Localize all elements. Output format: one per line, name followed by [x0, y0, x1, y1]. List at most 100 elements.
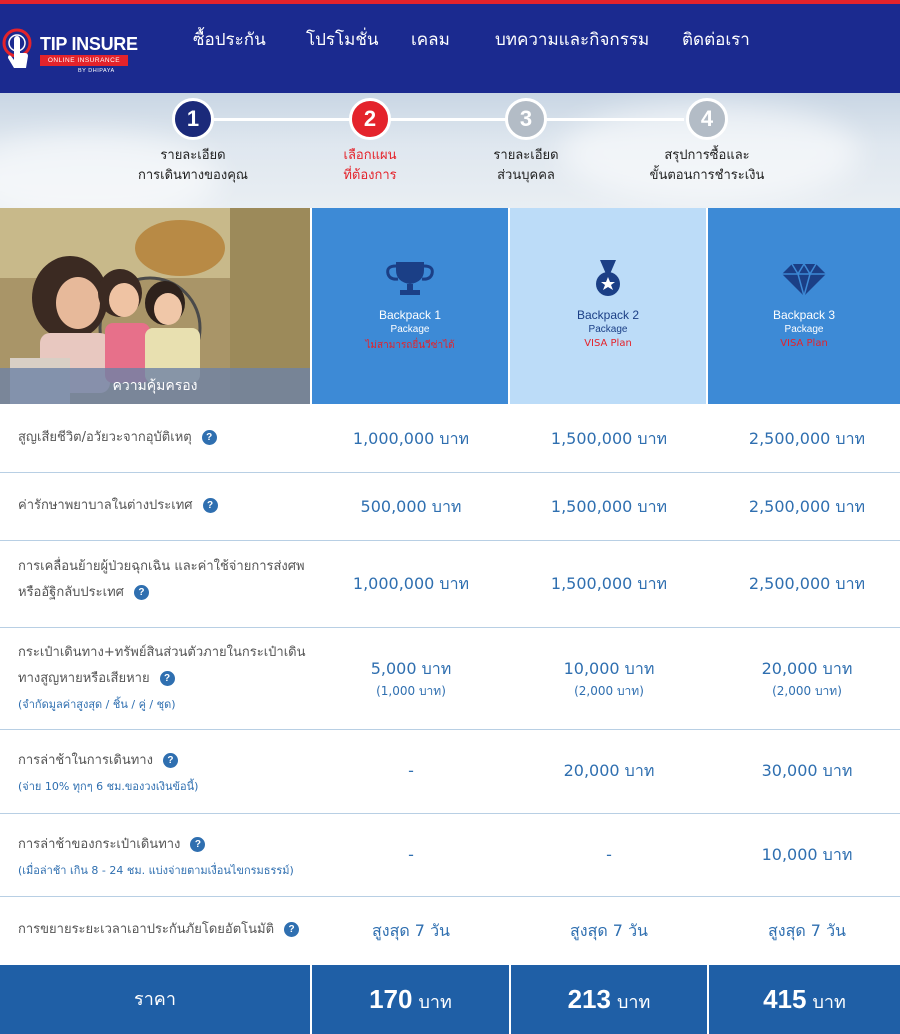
package-1-word: Package [390, 324, 430, 335]
value-backpack-2: 1,500,000 บาท [550, 497, 668, 516]
step-4-label: สรุปการซื้อและ ขั้นตอนการชำระเงิน [622, 146, 792, 186]
nav-claim[interactable]: เคลม [411, 26, 450, 53]
value-backpack-2: - [606, 845, 612, 864]
price-amount: 170 [369, 984, 413, 1014]
step-3-label-line1: รายละเอียด [493, 148, 559, 163]
price-amount: 415 [763, 984, 807, 1014]
row-label-text: การเคลื่อนย้ายผู้ป่วยฉุกเฉิน และค่าใช้จ่… [18, 559, 305, 574]
step-2-label-line2: ที่ต้องการ [343, 168, 397, 183]
row-label-text: ทางสูญหายหรือเสียหาย [18, 671, 150, 686]
package-header-row: ความคุ้มครอง Backpack 1 Package ไม่สามาร… [0, 208, 900, 404]
coverage-row-baggage-delay: การล่าช้าของกระเป๋าเดินทาง? (เมื่อล่าช้า… [0, 814, 900, 897]
step-3-label: รายละเอียด ส่วนบุคคล [441, 146, 611, 186]
value-backpack-1: 1,000,000 บาท [352, 429, 470, 448]
row-label: การล่าช้าของกระเป๋าเดินทาง? (เมื่อล่าช้า… [18, 832, 294, 884]
value-backpack-3: 10,000 บาท [761, 845, 853, 864]
value-backpack-3: 2,500,000 บาท [748, 497, 866, 516]
row-sub-note: (จำกัดมูลค่าสูงสุด / ชิ้น / คู่ / ชุด) [18, 698, 176, 711]
value-backpack-2: 10,000 บาท (2,000 บาท) [510, 658, 708, 702]
value-backpack-1: สูงสุด 7 วัน [371, 921, 450, 940]
value-backpack-2: 1,500,000 บาท [550, 574, 668, 593]
step-1-circle: 1 [172, 98, 214, 140]
nav-articles-activities[interactable]: บทความและกิจกรรม [495, 26, 649, 53]
coverage-row-baggage-loss: กระเป๋าเดินทาง+ทรัพย์สินส่วนตัวภายในกระเ… [0, 628, 900, 730]
price-unit: บาท [812, 992, 846, 1013]
package-3-name: Backpack 3 [772, 308, 836, 322]
help-icon[interactable]: ? [202, 498, 218, 513]
coverage-row-trip-delay: การล่าช้าในการเดินทาง? (จ่าย 10% ทุกๆ 6 … [0, 730, 900, 814]
value-main: 5,000 บาท [370, 659, 452, 678]
row-sub-note: (เมื่อล่าช้า เกิน 8 - 24 ชม. แบ่งจ่ายตาม… [18, 864, 294, 877]
row-label-text: การล่าช้าในการเดินทาง [18, 753, 153, 768]
price-row: ราคา 170 บาท 213 บาท 415 บาท [0, 965, 900, 1034]
package-3-note: VISA Plan [780, 338, 828, 349]
help-icon[interactable]: ? [190, 837, 206, 852]
value-backpack-3: สูงสุด 7 วัน [767, 921, 846, 940]
step-1-label: รายละเอียด การเดินทางของคุณ [108, 146, 278, 186]
nav-buy-insurance[interactable]: ซื้อประกัน [193, 26, 266, 53]
progress-steps: 1 2 3 4 รายละเอียด การเดินทางของคุณ เลือ… [0, 93, 900, 208]
coverage-row-emergency-evacuation: การเคลื่อนย้ายผู้ป่วยฉุกเฉิน และค่าใช้จ่… [0, 541, 900, 628]
site-header: TIP INSURE ONLINE INSURANCE BY DHIPAYA ซ… [0, 0, 900, 93]
nav-promotions[interactable]: โปรโมชั่น [306, 26, 379, 53]
package-1-name: Backpack 1 [378, 308, 442, 322]
medal-icon [596, 260, 620, 296]
package-backpack-2[interactable]: Backpack 2 Package VISA Plan [510, 208, 706, 404]
package-2-name: Backpack 2 [576, 308, 640, 322]
package-2-word: Package [588, 324, 628, 335]
row-label-text: การขยายระยะเวลาเอาประกันภัยโดยอัตโนมัติ [18, 922, 275, 937]
row-label-text: การล่าช้าของกระเป๋าเดินทาง [18, 837, 181, 852]
row-sub-note: (จ่าย 10% ทุกๆ 6 ชม.ของวงเงินข้อนี้) [18, 780, 199, 793]
value-backpack-3: 30,000 บาท [761, 761, 853, 780]
value-backpack-1: 500,000 บาท [360, 497, 462, 516]
row-label: การขยายระยะเวลาเอาประกันภัยโดยอัตโนมัติ? [18, 917, 300, 943]
value-sub: (2,000 บาท) [574, 684, 644, 698]
coverage-caption: ความคุ้มครอง [0, 368, 310, 404]
main-nav: ซื้อประกัน โปรโมชั่น เคลม บทความและกิจกร… [0, 4, 900, 93]
package-backpack-3[interactable]: Backpack 3 Package VISA Plan [708, 208, 900, 404]
step-2-label: เลือกแผน ที่ต้องการ [285, 146, 455, 186]
value-main: 20,000 บาท [761, 659, 853, 678]
help-icon[interactable]: ? [159, 671, 175, 686]
step-1-label-line2: การเดินทางของคุณ [138, 168, 248, 183]
steps-connector-line [214, 118, 684, 121]
value-main: 10,000 บาท [563, 659, 655, 678]
step-3-circle: 3 [505, 98, 547, 140]
value-sub: (2,000 บาท) [772, 684, 842, 698]
step-1-label-line1: รายละเอียด [160, 148, 226, 163]
help-icon[interactable]: ? [201, 430, 217, 445]
price-backpack-3[interactable]: 415 บาท [707, 965, 900, 1034]
step-4-label-line1: สรุปการซื้อและ [664, 148, 750, 163]
step-4-label-line2: ขั้นตอนการชำระเงิน [649, 168, 765, 183]
package-backpack-1[interactable]: Backpack 1 Package ไม่สามารถยื่นวีซ่าได้ [312, 208, 508, 404]
coverage-row-medical-abroad: ค่ารักษาพยาบาลในต่างประเทศ? 500,000 บาท … [0, 473, 900, 541]
help-icon[interactable]: ? [133, 585, 149, 600]
help-icon[interactable]: ? [284, 922, 300, 937]
row-label-text: สูญเสียชีวิต/อวัยวะจากอุบัติเหตุ [18, 430, 192, 445]
price-backpack-2[interactable]: 213 บาท [509, 965, 707, 1034]
price-label: ราคา [134, 989, 176, 1010]
package-3-word: Package [784, 324, 824, 335]
coverage-row-accidental-death: สูญเสียชีวิต/อวัยวะจากอุบัติเหตุ? 1,000,… [0, 404, 900, 473]
value-backpack-2: 1,500,000 บาท [550, 429, 668, 448]
diamond-icon [782, 262, 826, 298]
family-photo: ความคุ้มครอง [0, 208, 310, 404]
row-label: สูญเสียชีวิต/อวัยวะจากอุบัติเหตุ? [18, 425, 217, 451]
price-backpack-1[interactable]: 170 บาท [310, 965, 509, 1034]
price-amount: 213 [567, 984, 611, 1014]
row-label-text: หรืออัฐิกลับประเทศ [18, 585, 124, 600]
value-backpack-3: 2,500,000 บาท [748, 574, 866, 593]
value-backpack-2: สูงสุด 7 วัน [569, 921, 648, 940]
price-unit: บาท [418, 992, 452, 1013]
value-backpack-3: 2,500,000 บาท [748, 429, 866, 448]
value-backpack-3: 20,000 บาท (2,000 บาท) [708, 658, 900, 702]
nav-contact-us[interactable]: ติดต่อเรา [682, 26, 750, 53]
value-backpack-2: 20,000 บาท [563, 761, 655, 780]
row-label: กระเป๋าเดินทาง+ทรัพย์สินส่วนตัวภายในกระเ… [18, 640, 305, 718]
row-label: ค่ารักษาพยาบาลในต่างประเทศ? [18, 493, 218, 519]
help-icon[interactable]: ? [162, 753, 178, 768]
step-4-circle: 4 [686, 98, 728, 140]
step-2-label-line1: เลือกแผน [343, 148, 397, 163]
step-3-label-line2: ส่วนบุคคล [497, 168, 555, 183]
row-label: การเคลื่อนย้ายผู้ป่วยฉุกเฉิน และค่าใช้จ่… [18, 554, 305, 606]
